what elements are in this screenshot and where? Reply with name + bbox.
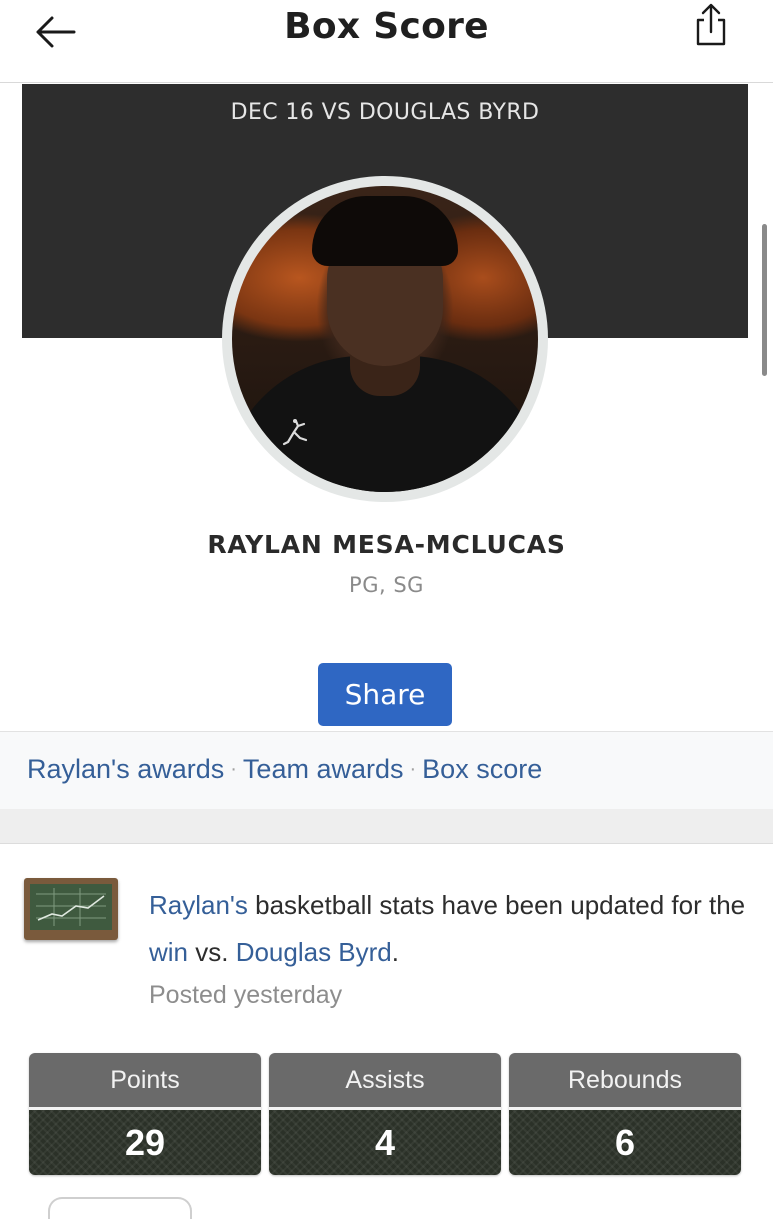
stat-value: 4: [269, 1110, 501, 1175]
stat-box-assists: Assists 4: [269, 1053, 501, 1175]
stat-label: Assists: [269, 1053, 501, 1110]
links-row: Raylan's awards · Team awards · Box score: [0, 731, 773, 810]
chalkboard-slate: [30, 884, 112, 930]
opponent-link[interactable]: Douglas Byrd: [236, 937, 392, 967]
post-text-part: basketball stats have been updated for t…: [247, 890, 746, 920]
avatar-hair: [312, 196, 458, 266]
scrollbar[interactable]: [762, 224, 767, 376]
link-separator: ·: [409, 758, 417, 780]
page-title: Box Score: [284, 6, 489, 47]
share-upload-icon: [696, 3, 726, 46]
chalkboard-stats-icon: [24, 878, 118, 940]
result-link[interactable]: win: [149, 937, 188, 967]
stats-update-card: Raylan's basketball stats have been upda…: [0, 843, 773, 1219]
box-score-link[interactable]: Box score: [422, 754, 542, 784]
share-top-button[interactable]: [690, 2, 732, 48]
player-name: RAYLAN MESA-MCLUCAS: [207, 530, 566, 559]
link-separator: ·: [230, 758, 237, 780]
post-timestamp: Posted yesterday: [149, 981, 343, 1009]
player-positions: PG, SG: [349, 573, 424, 597]
stat-value: 29: [29, 1110, 261, 1175]
team-awards-link[interactable]: Team awards: [243, 754, 404, 784]
post-text: Raylan's basketball stats have been upda…: [149, 882, 749, 976]
share-button[interactable]: Share: [318, 663, 452, 726]
jumpman-logo-icon: [282, 419, 308, 446]
top-nav-bar: Box Score: [0, 0, 773, 83]
stat-label: Points: [29, 1053, 261, 1110]
game-label: DEC 16 VS DOUGLAS BYRD: [230, 100, 540, 125]
player-link[interactable]: Raylan's: [149, 890, 248, 920]
stat-box-points: Points 29: [29, 1053, 261, 1175]
player-avatar: [232, 186, 538, 492]
partial-button-below[interactable]: [48, 1197, 192, 1219]
player-awards-link[interactable]: Raylan's awards: [27, 754, 224, 784]
player-avatar-ring: [222, 176, 548, 502]
post-text-part: .: [391, 937, 399, 967]
stat-value: 6: [509, 1110, 741, 1175]
stat-label: Rebounds: [509, 1053, 741, 1110]
section-divider: [0, 809, 773, 843]
chart-lines-icon: [36, 888, 106, 926]
stat-box-rebounds: Rebounds 6: [509, 1053, 741, 1175]
post-text-part: vs.: [188, 937, 236, 967]
